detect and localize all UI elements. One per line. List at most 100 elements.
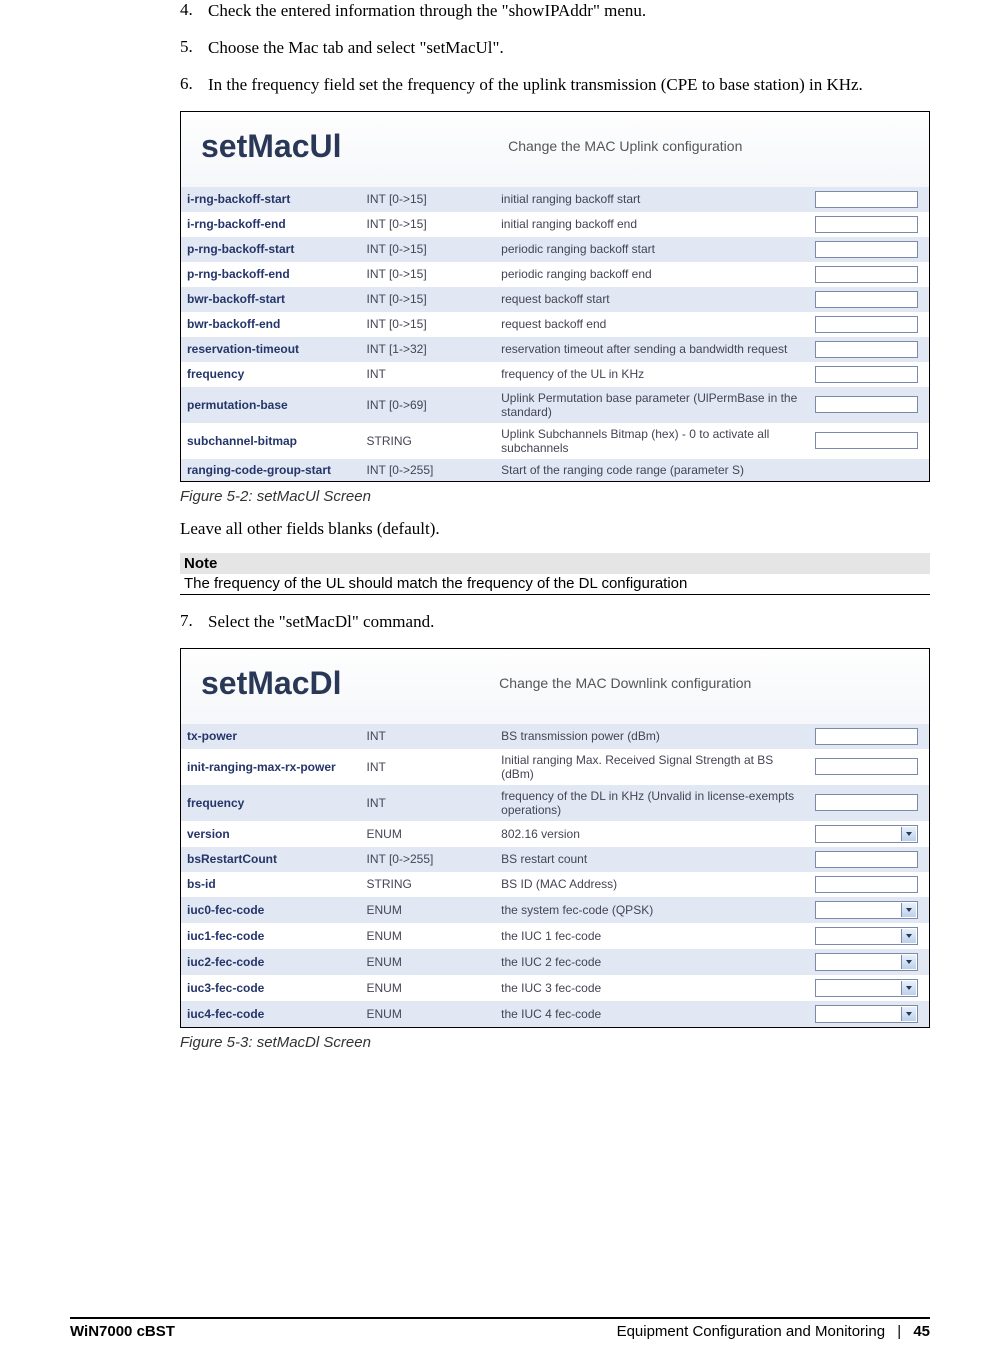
table-row: p-rng-backoff-endINT [0->15]periodic ran…: [181, 262, 929, 287]
table-row: permutation-baseINT [0->69]Uplink Permut…: [181, 387, 929, 423]
control-cell: [809, 187, 929, 212]
text-input[interactable]: [815, 366, 917, 383]
param-cell: reservation-timeout: [181, 337, 361, 362]
step-text: In the frequency field set the frequency…: [208, 74, 930, 97]
screen-header: setMacUl Change the MAC Uplink configura…: [181, 112, 929, 187]
desc-cell: periodic ranging backoff start: [495, 237, 809, 262]
control-cell: [809, 312, 929, 337]
desc-cell: request backoff end: [495, 312, 809, 337]
figure-setmacdl-screen: setMacDl Change the MAC Downlink configu…: [180, 648, 930, 1028]
text-input[interactable]: [815, 396, 917, 413]
type-cell: ENUM: [361, 1001, 496, 1027]
table-row: frequencyINTfrequency of the DL in KHz (…: [181, 785, 929, 821]
table-row: i-rng-backoff-startINT [0->15]initial ra…: [181, 187, 929, 212]
desc-cell: Uplink Permutation base parameter (UlPer…: [495, 387, 809, 423]
control-cell: [809, 1001, 929, 1027]
select-dropdown[interactable]: [815, 979, 917, 997]
type-cell: ENUM: [361, 975, 496, 1001]
control-cell: [809, 362, 929, 387]
text-input[interactable]: [815, 876, 917, 893]
param-cell: frequency: [181, 362, 361, 387]
table-row: p-rng-backoff-startINT [0->15]periodic r…: [181, 237, 929, 262]
desc-cell: the IUC 2 fec-code: [495, 949, 809, 975]
desc-cell: the IUC 4 fec-code: [495, 1001, 809, 1027]
text-input[interactable]: [815, 216, 917, 233]
desc-cell: initial ranging backoff end: [495, 212, 809, 237]
table-row: versionENUM802.16 version: [181, 821, 929, 847]
control-cell: [809, 262, 929, 287]
desc-cell: Start of the ranging code range (paramet…: [495, 459, 809, 481]
footer-left: WiN7000 cBST: [70, 1323, 175, 1340]
text-input[interactable]: [815, 341, 917, 358]
text-input[interactable]: [815, 432, 917, 449]
select-dropdown[interactable]: [815, 927, 917, 945]
control-cell: [809, 423, 929, 459]
table-row: bwr-backoff-endINT [0->15]request backof…: [181, 312, 929, 337]
text-input[interactable]: [815, 728, 917, 745]
text-input[interactable]: [815, 794, 917, 811]
type-cell: INT [0->15]: [361, 237, 496, 262]
table-row: bwr-backoff-startINT [0->15]request back…: [181, 287, 929, 312]
step-number: 6.: [180, 74, 208, 97]
text-input[interactable]: [815, 851, 917, 868]
desc-cell: periodic ranging backoff end: [495, 262, 809, 287]
type-cell: ENUM: [361, 821, 496, 847]
desc-cell: initial ranging backoff start: [495, 187, 809, 212]
step-number: 4.: [180, 0, 208, 23]
text-input[interactable]: [815, 758, 917, 775]
control-cell: [809, 821, 929, 847]
text-input[interactable]: [815, 191, 917, 208]
text-input[interactable]: [815, 316, 917, 333]
table-row: i-rng-backoff-endINT [0->15]initial rang…: [181, 212, 929, 237]
param-cell: iuc4-fec-code: [181, 1001, 361, 1027]
param-cell: bs-id: [181, 872, 361, 897]
figure-setmacul-screen: setMacUl Change the MAC Uplink configura…: [180, 111, 930, 482]
control-cell: [809, 785, 929, 821]
step-5: 5. Choose the Mac tab and select "setMac…: [180, 37, 930, 60]
desc-cell: BS restart count: [495, 847, 809, 872]
control-cell: [809, 237, 929, 262]
type-cell: INT: [361, 785, 496, 821]
param-cell: iuc2-fec-code: [181, 949, 361, 975]
type-cell: INT [0->15]: [361, 212, 496, 237]
desc-cell: reservation timeout after sending a band…: [495, 337, 809, 362]
param-cell: iuc0-fec-code: [181, 897, 361, 923]
footer-sep: |: [897, 1323, 901, 1340]
desc-cell: BS transmission power (dBm): [495, 724, 809, 749]
desc-cell: Uplink Subchannels Bitmap (hex) - 0 to a…: [495, 423, 809, 459]
param-cell: tx-power: [181, 724, 361, 749]
note-body: The frequency of the UL should match the…: [180, 574, 930, 595]
text-input[interactable]: [815, 266, 917, 283]
step-6: 6. In the frequency field set the freque…: [180, 74, 930, 97]
table-row: tx-powerINTBS transmission power (dBm): [181, 724, 929, 749]
param-cell: version: [181, 821, 361, 847]
type-cell: INT [0->15]: [361, 187, 496, 212]
control-cell: [809, 897, 929, 923]
param-cell: bsRestartCount: [181, 847, 361, 872]
table-row: bsRestartCountINT [0->255]BS restart cou…: [181, 847, 929, 872]
select-dropdown[interactable]: [815, 1005, 917, 1023]
table-row: iuc0-fec-codeENUMthe system fec-code (QP…: [181, 897, 929, 923]
desc-cell: the IUC 1 fec-code: [495, 923, 809, 949]
param-cell: iuc3-fec-code: [181, 975, 361, 1001]
desc-cell: Initial ranging Max. Received Signal Str…: [495, 749, 809, 785]
type-cell: STRING: [361, 872, 496, 897]
table-row: ranging-code-group-startINT [0->255]Star…: [181, 459, 929, 481]
type-cell: INT: [361, 749, 496, 785]
body-text: Leave all other fields blanks (default).: [180, 519, 930, 539]
table-row: iuc3-fec-codeENUMthe IUC 3 fec-code: [181, 975, 929, 1001]
select-dropdown[interactable]: [815, 901, 917, 919]
desc-cell: request backoff start: [495, 287, 809, 312]
text-input[interactable]: [815, 291, 917, 308]
text-input[interactable]: [815, 241, 917, 258]
type-cell: INT: [361, 362, 496, 387]
select-dropdown[interactable]: [815, 825, 917, 843]
footer-title: Equipment Configuration and Monitoring: [617, 1323, 886, 1340]
type-cell: INT [0->15]: [361, 312, 496, 337]
select-dropdown[interactable]: [815, 953, 917, 971]
param-cell: frequency: [181, 785, 361, 821]
desc-cell: the IUC 3 fec-code: [495, 975, 809, 1001]
table-row: frequencyINTfrequency of the UL in KHz: [181, 362, 929, 387]
screen-subtitle: Change the MAC Uplink configuration: [342, 138, 910, 154]
screen-title: setMacDl: [201, 665, 342, 702]
